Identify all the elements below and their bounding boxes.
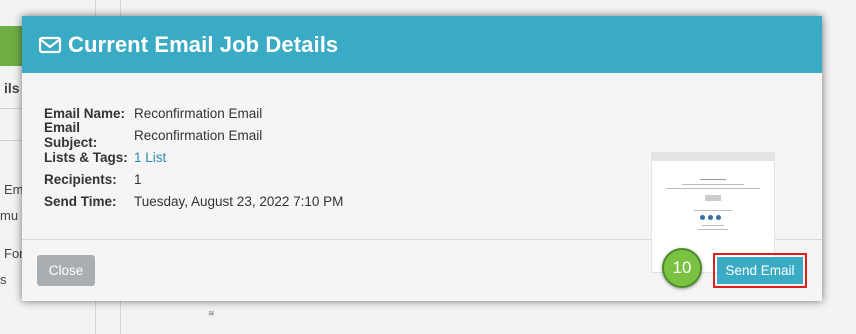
detail-row-lists-tags: Lists & Tags: 1 List — [44, 146, 343, 168]
preview-button — [705, 195, 721, 201]
job-details-list: Email Name: Reconfirmation Email Email S… — [44, 102, 343, 212]
background-text-fragment: Em — [4, 182, 24, 197]
detail-value: 1 — [134, 171, 142, 187]
detail-row-recipients: Recipients: 1 — [44, 168, 343, 190]
modal-title: Current Email Job Details — [68, 31, 339, 57]
social-icon — [716, 215, 721, 220]
preview-text-line — [702, 225, 724, 226]
lists-tags-link[interactable]: 1 List — [134, 150, 166, 165]
detail-label: Send Time: — [44, 193, 117, 209]
close-button[interactable]: Close — [37, 255, 95, 286]
send-email-highlight: Send Email — [713, 253, 807, 288]
email-job-details-modal: Current Email Job Details Email Name: Re… — [22, 16, 822, 301]
detail-value: Reconfirmation Email — [134, 127, 263, 143]
preview-header-bar — [652, 153, 774, 161]
step-number-badge: 10 — [662, 248, 702, 288]
preview-logo — [700, 171, 726, 180]
detail-label: Email Name: — [44, 105, 126, 121]
detail-label: Email Subject: — [44, 120, 98, 150]
modal-header: Current Email Job Details — [22, 16, 822, 73]
background-heading-fragment: ils — [4, 80, 20, 96]
detail-row-send-time: Send Time: Tuesday, August 23, 2022 7:10… — [44, 190, 343, 212]
detail-value: Reconfirmation Email — [134, 105, 263, 121]
preview-text-line — [694, 210, 732, 211]
send-email-button[interactable]: Send Email — [717, 257, 803, 284]
detail-value: Tuesday, August 23, 2022 7:10 PM — [134, 193, 344, 209]
social-icon — [700, 215, 705, 220]
social-icon — [708, 215, 713, 220]
preview-text-line — [666, 188, 760, 189]
detail-row-email-subject: Email Subject: Reconfirmation Email — [44, 120, 343, 150]
background-text-fragment: mu — [0, 208, 19, 223]
modal-body: Email Name: Reconfirmation Email Email S… — [22, 73, 822, 273]
detail-label: Lists & Tags: — [44, 149, 128, 165]
background-text-fragment: s — [0, 272, 7, 287]
modal-footer: Close 10 Send Email — [22, 240, 822, 301]
preview-text-line — [682, 184, 744, 185]
detail-label: Recipients: — [44, 171, 117, 187]
background-logo-fragment: ≋ — [208, 309, 215, 318]
envelope-icon — [38, 36, 62, 53]
preview-text-line — [698, 229, 728, 230]
preview-social-icons — [700, 215, 721, 220]
background-text-fragment: For — [4, 246, 24, 261]
